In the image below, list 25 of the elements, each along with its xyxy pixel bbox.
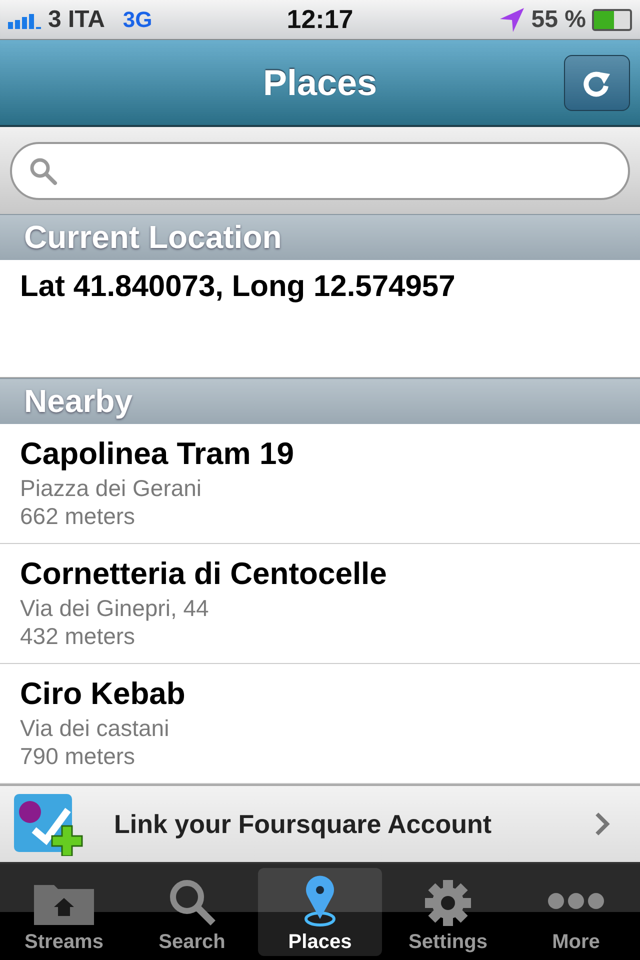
battery-icon <box>592 8 632 30</box>
more-icon <box>546 891 606 911</box>
place-row[interactable]: Capolinea Tram 19 Piazza dei Gerani 662 meters <box>0 424 640 544</box>
network-type: 3G <box>122 6 152 32</box>
gear-icon <box>424 879 472 927</box>
search-icon <box>28 156 58 186</box>
tab-bar-item[interactable]: Places <box>258 868 382 956</box>
tab-bar-item[interactable]: Streams <box>2 868 126 956</box>
place-row[interactable]: Cornetteria di Centocelle Via dei Ginepri, 44 432 meters <box>0 544 640 664</box>
screen-title: Places <box>262 62 378 104</box>
checkin-plus-icon <box>12 792 86 856</box>
chevron-right-icon <box>594 812 610 836</box>
tab-bar-item[interactable]: More <box>514 868 638 956</box>
refresh-button[interactable] <box>564 55 630 111</box>
tab-bar-item[interactable]: Settings <box>386 868 510 956</box>
section-header: Current Location <box>0 214 640 260</box>
battery-percent: 55 % <box>531 6 586 34</box>
tab-bar-item[interactable]: Search <box>130 868 254 956</box>
foursquare-link-row[interactable]: Link your Foursquare Account <box>0 784 640 864</box>
search-icon <box>167 877 217 927</box>
coordinates-text: Lat 41.840073, Long 12.574957 <box>20 270 456 303</box>
clock: 12:17 <box>286 4 354 35</box>
carrier-name: 3 ITA <box>48 6 105 34</box>
location-arrow-icon <box>499 6 526 32</box>
section-header: Nearby <box>0 378 640 424</box>
